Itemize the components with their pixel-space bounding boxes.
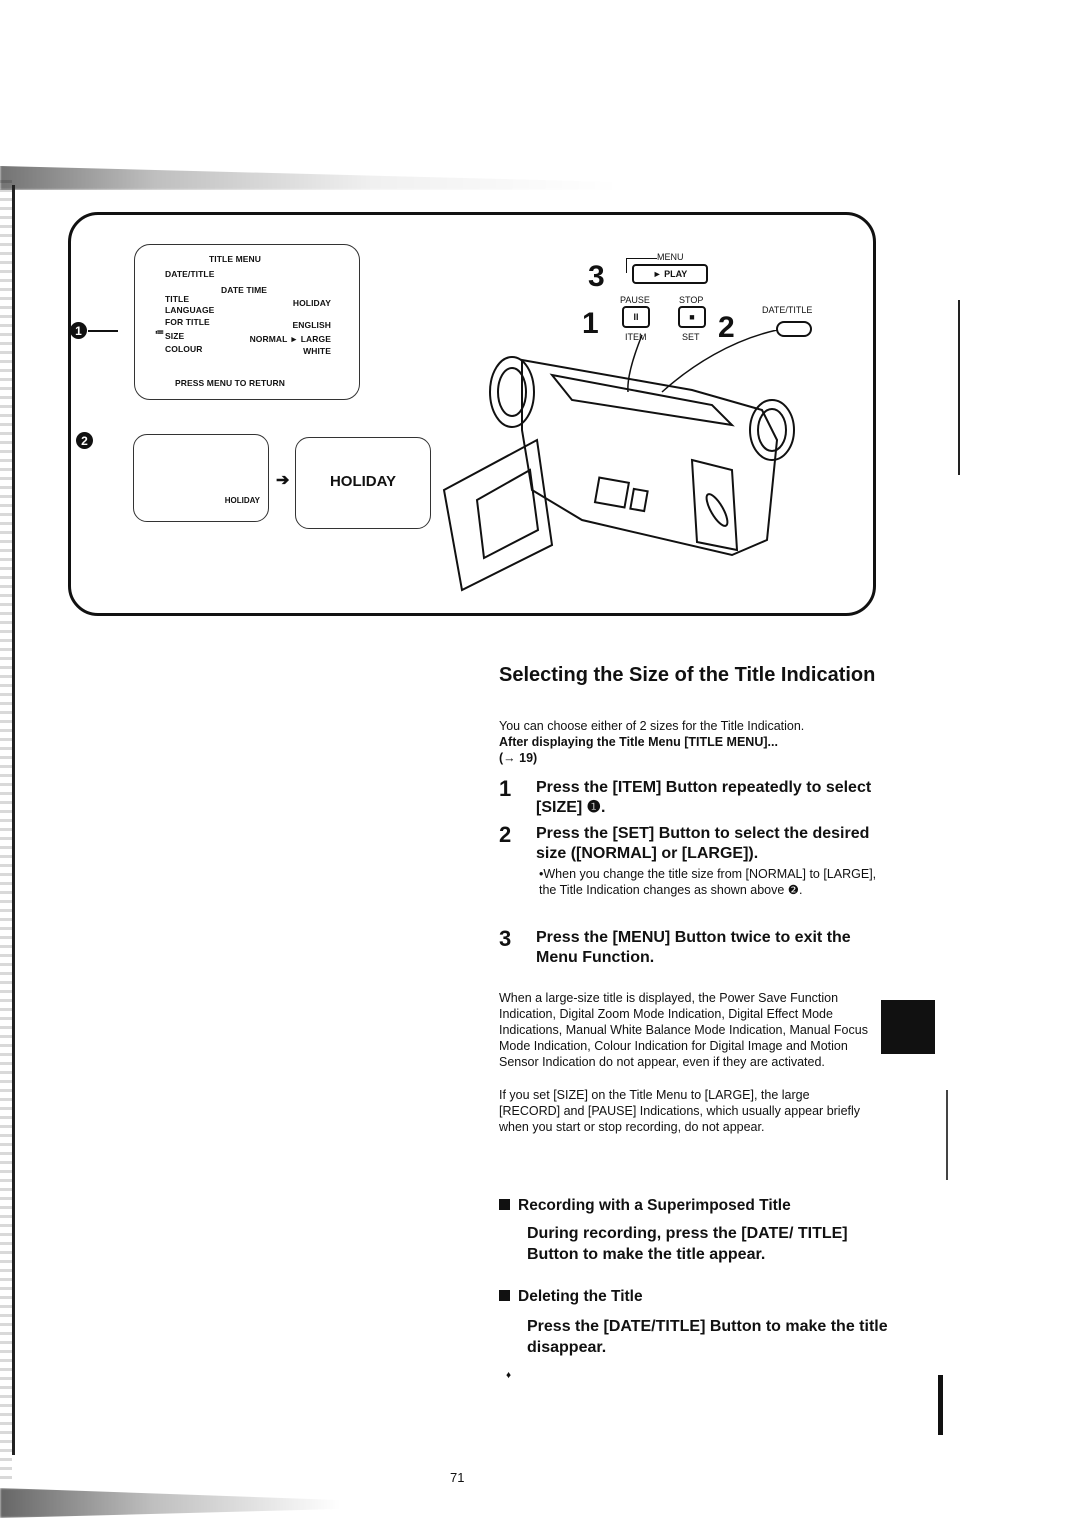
intro-text: You can choose either of 2 sizes for the…	[499, 719, 805, 733]
square-bullet-icon	[499, 1290, 510, 1301]
square-bullet-icon	[499, 1199, 510, 1210]
prerequisite-text: After displaying the Title Menu [TITLE M…	[499, 735, 778, 749]
normal-title-text: HOLIDAY	[224, 496, 260, 505]
step-text: Press the [MENU] Button twice to exit th…	[536, 929, 851, 966]
subsection-recording: Recording with a Superimposed Title	[499, 1197, 791, 1215]
subsection-heading: Recording with a Superimposed Title	[518, 1197, 791, 1214]
callout-marker-1: 1	[70, 322, 87, 339]
title-menu-screen: TITLE MENU DATE/TITLE DATE TIME TITLE HO…	[134, 244, 360, 400]
play-menu-button[interactable]: ► PLAY	[632, 264, 708, 284]
menu-row-value: DATE TIME	[221, 285, 268, 295]
step-number: 2	[499, 822, 512, 847]
menu-header: TITLE MENU	[209, 254, 261, 264]
print-mark: ♦	[506, 1370, 512, 1381]
margin-rule	[958, 300, 960, 475]
step-number: 1	[499, 776, 512, 801]
pause-label: PAUSE	[620, 295, 650, 305]
menu-row-value: HOLIDAY	[292, 298, 331, 308]
menu-row-label: DATE/TITLE	[165, 269, 215, 279]
menu-row-label-selected: SIZE	[165, 331, 185, 341]
page-binding-edge	[12, 185, 15, 1455]
menu-row-label: TITLE	[165, 294, 190, 304]
subsection-body: Press the [DATE/TITLE] Button to make th…	[527, 1318, 888, 1356]
normal-size-title-screen: HOLIDAY	[133, 434, 269, 522]
step-text: Press the [SET] Button to select the des…	[536, 825, 870, 862]
menu-row-label: LANGUAGE	[165, 305, 215, 315]
step-number: 3	[499, 926, 512, 951]
pointer-line	[661, 330, 778, 393]
blink-indicator-icon: ≔	[155, 327, 165, 337]
step-2: 2 Press the [SET] Button to select the d…	[499, 822, 879, 924]
grip-slot	[705, 493, 729, 527]
section-tab-marker	[881, 1000, 935, 1054]
body-top	[521, 358, 779, 557]
stop-label: STOP	[679, 295, 704, 305]
scan-edge-noise-left	[0, 180, 12, 1480]
step-1: 1 Press the [ITEM] Button repeatedly to …	[499, 776, 879, 818]
section: Selecting the Size of the Title Indicati…	[499, 664, 879, 686]
callout-leader-line	[88, 330, 118, 332]
grip	[690, 458, 739, 552]
arrow-right-icon: ➔	[276, 472, 290, 489]
camcorder-illustration	[442, 330, 795, 592]
pointer-line	[627, 334, 643, 393]
step-text: Press the [ITEM] Button repeatedly to se…	[536, 779, 872, 816]
subsection-heading: Deleting the Title	[518, 1288, 643, 1305]
lcd-screen	[475, 468, 540, 560]
note-paragraph: When a large-size title is displayed, th…	[499, 991, 868, 1069]
step-number-3: 3	[588, 260, 605, 293]
scan-edge-shadow-top	[0, 166, 620, 190]
subsection-body: During recording, press the [DATE/ TITLE…	[527, 1225, 848, 1263]
side-button	[593, 476, 631, 509]
scan-edge-shadow-bottom	[0, 1488, 340, 1518]
side-button	[629, 487, 649, 513]
menu-row-label: FOR TITLE	[165, 317, 210, 327]
section-heading: Selecting the Size of the Title Indicati…	[499, 664, 876, 686]
page-reference: (→ 19)	[499, 751, 538, 765]
large-size-title-screen: HOLIDAY	[295, 437, 431, 529]
subsection-deleting: Deleting the Title	[499, 1288, 643, 1306]
menu-row-value: ENGLISH	[292, 320, 331, 330]
note-paragraph: If you set [SIZE] on the Title Menu to […	[499, 1088, 861, 1134]
large-title-text: HOLIDAY	[329, 473, 397, 490]
pause-item-button[interactable]: II	[622, 306, 650, 328]
step-note: •When you change the title size from [NO…	[539, 867, 877, 897]
margin-rule	[946, 1090, 948, 1180]
menu-footer: PRESS MENU TO RETURN	[175, 378, 285, 388]
menu-row-value: NORMAL ► LARGE	[249, 334, 331, 344]
menu-row-label: COLOUR	[165, 344, 203, 354]
menu-row-value: WHITE	[303, 346, 331, 356]
callout-marker-2: 2	[76, 432, 93, 449]
step-3: 3 Press the [MENU] Button twice to exit …	[499, 926, 879, 972]
menu-label: MENU	[657, 252, 684, 262]
margin-rule	[938, 1375, 943, 1435]
date-title-label: DATE/TITLE	[762, 305, 813, 315]
stop-set-button[interactable]: ■	[678, 306, 706, 328]
page-number: 71	[450, 1470, 465, 1485]
top-panel	[549, 373, 735, 427]
